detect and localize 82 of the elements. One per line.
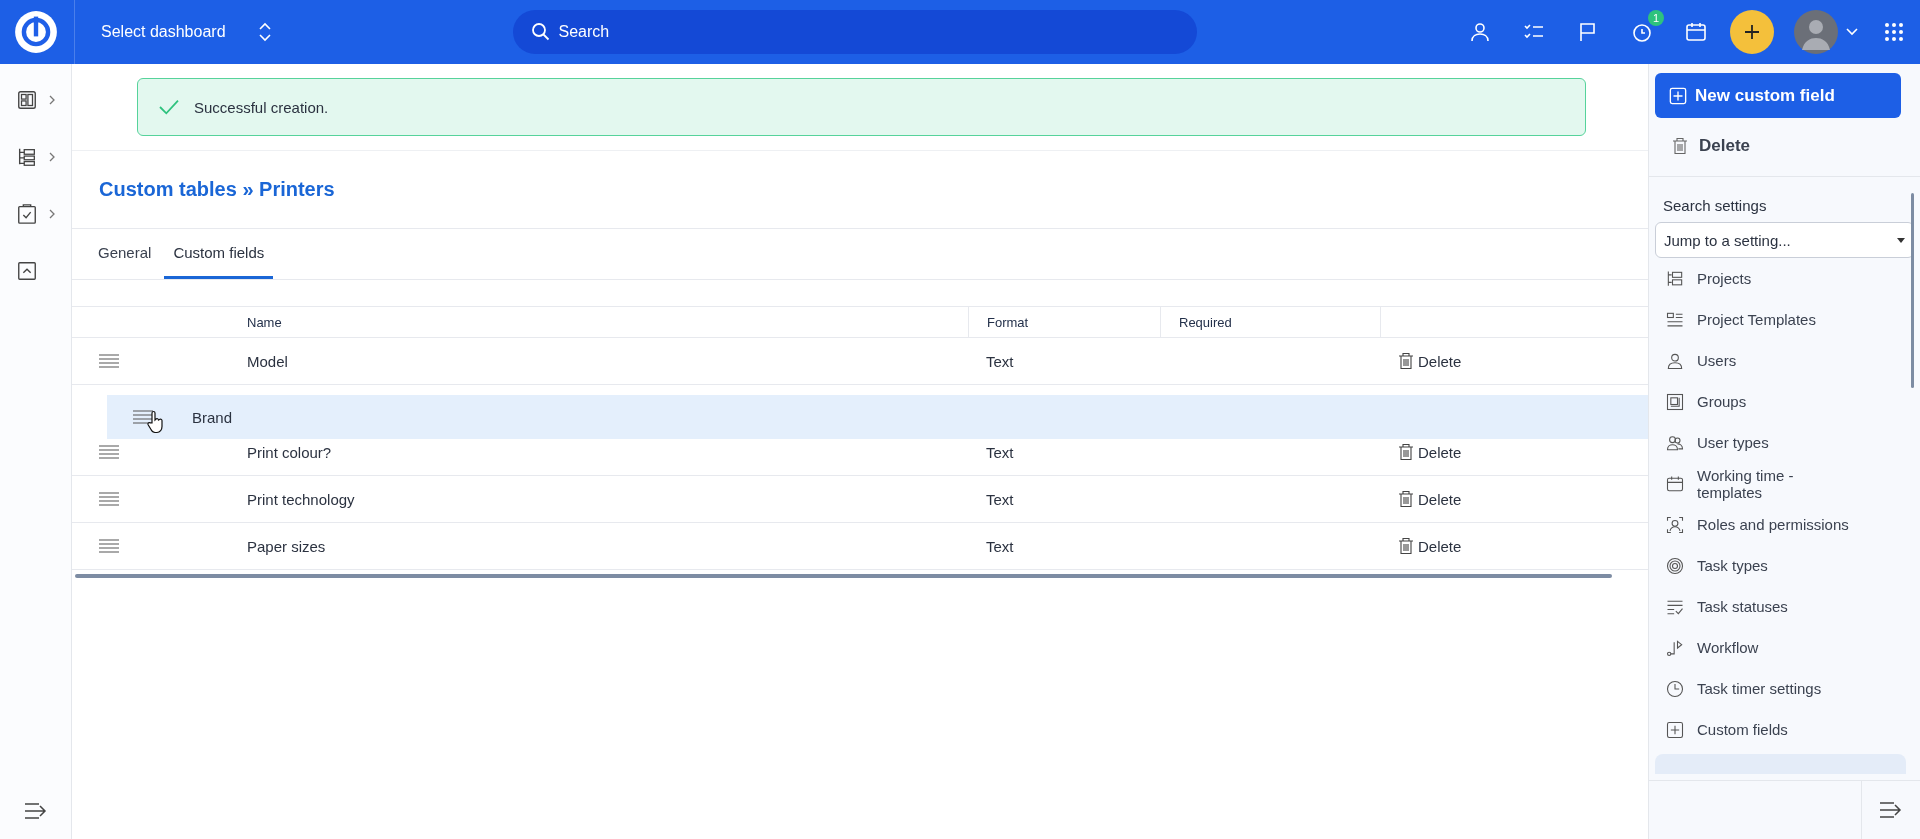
chevron-icon[interactable] bbox=[47, 208, 56, 220]
trash-icon bbox=[1398, 537, 1414, 555]
jump-to-setting-dropdown[interactable]: Jump to a setting... bbox=[1655, 222, 1914, 258]
user-icon[interactable] bbox=[1468, 20, 1492, 44]
trash-icon bbox=[1398, 490, 1414, 508]
table-cell: Text bbox=[986, 443, 1014, 461]
tab[interactable]: Custom fields bbox=[164, 229, 274, 279]
search-field[interactable]: Search bbox=[512, 10, 1197, 54]
settings-menu-item[interactable]: Projects bbox=[1655, 258, 1916, 299]
trash-icon bbox=[1398, 443, 1414, 461]
delete-link[interactable]: Delete bbox=[1398, 490, 1462, 508]
breadcrumb-link[interactable]: Custom tables bbox=[99, 178, 237, 200]
table-cell: Brand bbox=[192, 408, 233, 426]
delete-link[interactable]: Delete bbox=[1398, 443, 1462, 461]
delete-link[interactable]: Delete bbox=[1398, 352, 1462, 370]
workflow-icon bbox=[1665, 637, 1685, 658]
chevron-icon[interactable] bbox=[47, 151, 56, 163]
settings-menu-item[interactable]: Users bbox=[1655, 340, 1916, 381]
sort-arrows-icon[interactable] bbox=[257, 21, 272, 43]
table-cell: Print technology bbox=[247, 490, 355, 508]
settings-menu-item[interactable]: Task timer settings bbox=[1655, 668, 1916, 709]
plus-icon bbox=[1665, 719, 1685, 740]
tab[interactable]: General bbox=[89, 229, 161, 279]
drag-handle-icon[interactable] bbox=[99, 445, 119, 459]
column-header: Required bbox=[1179, 314, 1232, 330]
settings-menu-item[interactable]: Custom fields bbox=[1655, 709, 1916, 750]
logo-icon[interactable] bbox=[14, 10, 58, 54]
target-icon bbox=[1665, 555, 1685, 576]
plus-icon bbox=[1669, 86, 1687, 105]
chevron-icon[interactable] bbox=[47, 94, 56, 106]
trash-icon bbox=[1398, 352, 1414, 370]
table-cell: Text bbox=[986, 352, 1014, 370]
scrollbar-thumb[interactable] bbox=[75, 574, 1612, 578]
table-cell: Model bbox=[247, 352, 288, 370]
drag-handle-icon[interactable] bbox=[133, 410, 153, 424]
drag-handle-icon[interactable] bbox=[99, 539, 119, 553]
trash-icon bbox=[1671, 137, 1689, 155]
plus-icon bbox=[1742, 22, 1762, 42]
table-cell: Print colour? bbox=[247, 443, 332, 461]
caret-icon[interactable] bbox=[1846, 28, 1858, 36]
breadcrumb-link[interactable]: Printers bbox=[259, 178, 335, 200]
breadcrumb-separator: » bbox=[242, 178, 254, 200]
delete-button[interactable]: Delete bbox=[1655, 118, 1751, 166]
settings-menu-item[interactable]: Working time - templates bbox=[1655, 463, 1916, 504]
drag-handle-icon[interactable] bbox=[99, 354, 119, 368]
new-custom-field-button[interactable]: New custom field bbox=[1655, 73, 1901, 118]
check-icon bbox=[158, 98, 180, 116]
delete-link[interactable]: Delete bbox=[1398, 537, 1462, 555]
settings-menu-item[interactable]: Project Templates bbox=[1655, 299, 1916, 340]
notification-badge: 1 bbox=[1648, 10, 1664, 26]
squares-icon bbox=[1665, 391, 1685, 412]
column-header: Format bbox=[987, 314, 1029, 330]
expand-menu-icon[interactable] bbox=[22, 801, 49, 821]
clock-icon bbox=[1665, 678, 1685, 699]
collapse-up-icon[interactable] bbox=[15, 260, 38, 282]
avatar-icon[interactable] bbox=[1794, 10, 1838, 54]
calendar-icon[interactable] bbox=[1684, 20, 1708, 44]
dashboard-select[interactable]: Select dashboard bbox=[101, 23, 226, 41]
table-cell: Text bbox=[986, 537, 1014, 555]
settings-menu-item[interactable]: User types bbox=[1655, 422, 1916, 463]
column-header: Name bbox=[247, 314, 282, 330]
expand-menu-icon[interactable] bbox=[1878, 800, 1904, 820]
drag-handle-icon[interactable] bbox=[99, 492, 119, 506]
settings-menu-item[interactable]: Groups bbox=[1655, 381, 1916, 422]
hand-cursor-icon bbox=[145, 410, 165, 434]
table-cell: Paper sizes bbox=[247, 537, 326, 555]
apps-grid-icon[interactable] bbox=[1882, 20, 1906, 44]
add-button[interactable] bbox=[1730, 10, 1774, 54]
search-settings-label: Search settings bbox=[1662, 196, 1768, 216]
table-cell: Text bbox=[986, 490, 1014, 508]
settings-menu-item[interactable]: Task types bbox=[1655, 545, 1916, 586]
search-icon bbox=[530, 22, 551, 42]
clipboard-check-icon[interactable] bbox=[15, 203, 38, 225]
settings-menu-item[interactable]: Workflow bbox=[1655, 627, 1916, 668]
caret-icon bbox=[1897, 237, 1905, 243]
settings-menu-item[interactable]: Roles and permissions bbox=[1655, 504, 1916, 545]
dashboard-icon[interactable] bbox=[15, 89, 38, 111]
settings-menu-item[interactable]: Task statuses bbox=[1655, 586, 1916, 627]
scrollbar-thumb[interactable] bbox=[1911, 193, 1914, 388]
dragged-row[interactable]: Brand bbox=[107, 395, 1648, 439]
user-frame-icon bbox=[1665, 514, 1685, 535]
alert-message: Successful creation. bbox=[194, 98, 329, 116]
